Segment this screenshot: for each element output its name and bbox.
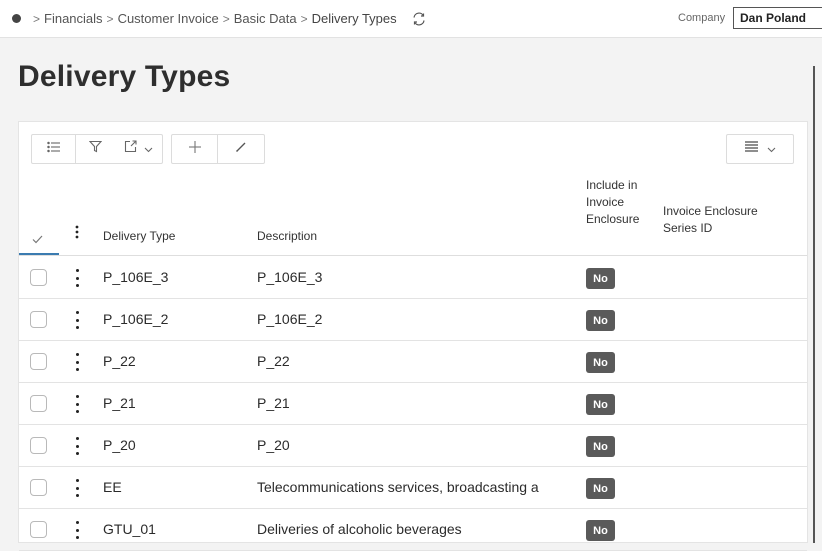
company-label: Company xyxy=(678,12,726,24)
row-checkbox[interactable] xyxy=(30,269,47,286)
breadcrumb-separator: > xyxy=(222,11,230,26)
table-row[interactable]: P_106E_3 P_106E_3 No xyxy=(19,257,807,299)
table-row[interactable]: P_22 P_22 No xyxy=(19,341,807,383)
pencil-icon xyxy=(235,140,247,158)
header-series-line: Series ID xyxy=(663,221,713,235)
row-checkbox[interactable] xyxy=(30,521,47,538)
row-kebab-icon[interactable] xyxy=(74,269,80,287)
table-header: Delivery Type Description Include in Inv… xyxy=(19,176,807,256)
cell-delivery-type: P_22 xyxy=(103,353,136,369)
breadcrumb-customer-invoice[interactable]: Customer Invoice xyxy=(118,11,219,26)
plus-icon xyxy=(188,140,202,159)
row-kebab-icon[interactable] xyxy=(74,311,80,329)
include-status-badge: No xyxy=(586,478,615,499)
table-row[interactable]: P_20 P_20 No xyxy=(19,425,807,467)
cell-delivery-type: P_106E_3 xyxy=(103,269,169,285)
filter-icon xyxy=(88,140,102,158)
list-icon xyxy=(46,140,61,158)
chevron-down-icon xyxy=(767,140,776,158)
vertical-scrollbar[interactable] xyxy=(813,66,815,543)
cell-description: P_20 xyxy=(257,437,290,453)
company-selector[interactable]: Dan Poland xyxy=(733,7,822,29)
toolbar-group-list xyxy=(31,134,163,164)
header-invoice-enclosure-series-id[interactable]: Invoice Enclosure Series ID xyxy=(663,203,758,237)
header-include-line: Include in xyxy=(586,178,638,192)
breadcrumb-basic-data[interactable]: Basic Data xyxy=(234,11,297,26)
row-kebab-icon[interactable] xyxy=(74,395,80,413)
edit-button[interactable] xyxy=(218,135,264,163)
cell-description: P_21 xyxy=(257,395,290,411)
chevron-down-icon xyxy=(144,140,153,158)
column-settings-button[interactable] xyxy=(726,134,794,164)
include-status-badge: No xyxy=(586,436,615,457)
export-icon xyxy=(124,140,137,158)
page-title: Delivery Types xyxy=(18,60,231,93)
table-toolbar xyxy=(31,134,273,164)
row-kebab-icon[interactable] xyxy=(74,479,80,497)
header-delivery-type[interactable]: Delivery Type xyxy=(103,228,175,245)
include-status-badge: No xyxy=(586,268,615,289)
table-row[interactable]: P_21 P_21 No xyxy=(19,383,807,425)
cell-description: Telecommunications services, broadcastin… xyxy=(257,479,539,495)
cell-delivery-type: P_20 xyxy=(103,437,136,453)
row-kebab-icon[interactable] xyxy=(74,437,80,455)
breadcrumb-separator: > xyxy=(106,11,114,26)
select-all-check-icon[interactable] xyxy=(32,232,43,249)
table-columns-icon xyxy=(744,140,759,158)
row-kebab-icon[interactable] xyxy=(74,353,80,371)
include-status-badge: No xyxy=(586,310,615,331)
top-bar: > Financials > Customer Invoice > Basic … xyxy=(0,0,822,38)
cell-delivery-type: P_21 xyxy=(103,395,136,411)
select-all-underline xyxy=(19,253,59,255)
breadcrumb-separator: > xyxy=(300,11,308,26)
row-checkbox[interactable] xyxy=(30,479,47,496)
filter-button[interactable] xyxy=(76,135,114,163)
breadcrumb-delivery-types: Delivery Types xyxy=(311,11,397,26)
refresh-icon[interactable] xyxy=(411,11,427,27)
row-checkbox[interactable] xyxy=(30,395,47,412)
include-status-badge: No xyxy=(586,394,615,415)
list-view-button[interactable] xyxy=(32,135,76,163)
header-description[interactable]: Description xyxy=(257,228,317,245)
toolbar-group-edit xyxy=(171,134,265,164)
header-include-line: Enclosure xyxy=(586,212,640,226)
include-status-badge: No xyxy=(586,352,615,373)
row-kebab-icon[interactable] xyxy=(74,521,80,539)
header-include-line: Invoice xyxy=(586,195,625,209)
table-row[interactable]: EE Telecommunications services, broadcas… xyxy=(19,467,807,509)
header-series-line: Invoice Enclosure xyxy=(663,204,758,218)
table-row[interactable]: P_106E_2 P_106E_2 No xyxy=(19,299,807,341)
home-dot-icon[interactable] xyxy=(12,14,21,23)
cell-delivery-type: GTU_01 xyxy=(103,521,156,537)
include-status-badge: No xyxy=(586,520,615,541)
cell-description: P_106E_3 xyxy=(257,269,323,285)
row-checkbox[interactable] xyxy=(30,353,47,370)
cell-description: Deliveries of alcoholic beverages xyxy=(257,521,462,537)
breadcrumb-financials[interactable]: Financials xyxy=(44,11,103,26)
table-panel: Delivery Type Description Include in Inv… xyxy=(18,121,808,551)
cell-delivery-type: P_106E_2 xyxy=(103,311,169,327)
add-button[interactable] xyxy=(172,135,218,163)
breadcrumb-separator: > xyxy=(33,11,41,26)
row-checkbox[interactable] xyxy=(30,311,47,328)
export-button[interactable] xyxy=(114,135,162,163)
cell-description: P_106E_2 xyxy=(257,311,323,327)
table-row[interactable]: GTU_01 Deliveries of alcoholic beverages… xyxy=(19,509,807,551)
cell-delivery-type: EE xyxy=(103,479,122,495)
header-kebab-icon[interactable] xyxy=(75,225,79,244)
row-checkbox[interactable] xyxy=(30,437,47,454)
cell-description: P_22 xyxy=(257,353,290,369)
header-include-in-invoice-enclosure[interactable]: Include in Invoice Enclosure xyxy=(586,177,639,228)
